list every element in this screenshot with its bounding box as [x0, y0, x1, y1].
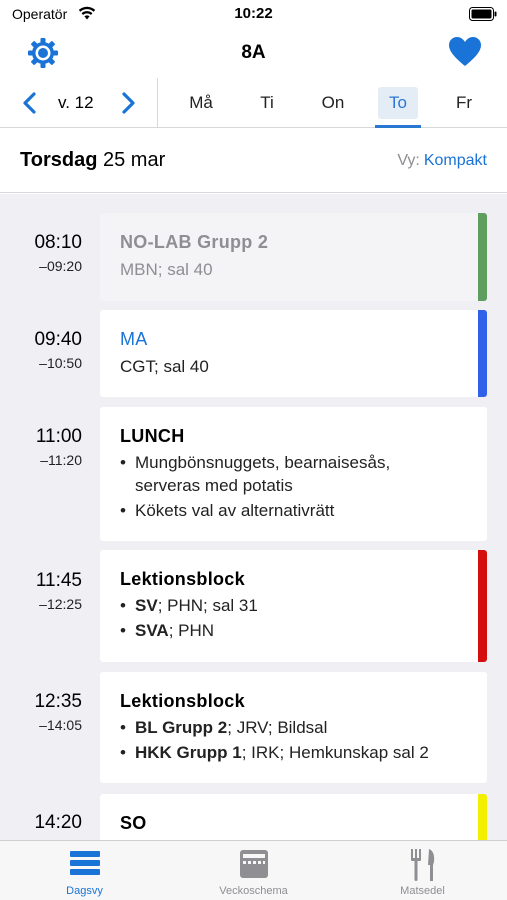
date-header: Torsdag 25 mar Vy: Kompakt	[0, 129, 507, 193]
lesson-title: Lektionsblock	[120, 691, 245, 711]
tab-label: Matsedel	[400, 885, 445, 897]
end-time: –11:20	[40, 452, 82, 468]
menu-item-text-continued: serveras med potatis	[135, 476, 293, 495]
heart-icon[interactable]	[449, 37, 481, 72]
lesson-details: ; PHN; sal 31	[157, 596, 258, 615]
fork-knife-icon	[338, 849, 507, 881]
battery-icon	[469, 7, 497, 26]
date-label: 25 mar	[102, 149, 166, 171]
view-mode: Vy: Kompakt	[397, 152, 487, 170]
lesson-card[interactable]: SO	[100, 794, 487, 840]
lesson-title: NO-LAB Grupp 2	[120, 232, 269, 252]
subject-code: BL Grupp 2	[135, 718, 228, 737]
lesson-card[interactable]: NO-LAB Grupp 2 MBN; sal 40	[100, 213, 487, 301]
day-tab-fri[interactable]: Fr	[444, 87, 484, 119]
view-mode-toggle[interactable]: Kompakt	[424, 152, 487, 169]
calendar-icon	[169, 849, 338, 879]
start-time: 12:35	[34, 691, 82, 712]
day-tab-mon[interactable]: Må	[181, 87, 221, 119]
tab-label: Veckoschema	[219, 885, 288, 897]
day-view-icon	[0, 849, 169, 877]
subject-color-stripe	[478, 310, 487, 397]
selected-day-indicator	[375, 125, 421, 128]
next-week-chevron-icon[interactable]	[120, 92, 136, 119]
subject-code: HKK Grupp 1	[135, 743, 242, 762]
lesson-details: ; JRV; Bildsal	[227, 718, 328, 737]
previous-week-chevron-icon[interactable]	[22, 92, 38, 119]
lesson-subtitle: CGT; sal 40	[120, 357, 209, 376]
subject-color-stripe	[478, 213, 487, 301]
lesson-item: SVA; PHN	[120, 619, 258, 642]
day-tab-thu[interactable]: To	[378, 87, 418, 119]
subject-color-stripe	[478, 550, 487, 662]
status-bar: Operatör 10:22	[0, 0, 507, 30]
lunch-card[interactable]: LUNCH Mungbönsnuggets, bearnaisesås, serv…	[100, 407, 487, 541]
tab-matsedel[interactable]: Matsedel	[338, 841, 507, 900]
day-tab-wed[interactable]: On	[313, 87, 353, 119]
lesson-title: SO	[120, 813, 147, 833]
lesson-item: HKK Grupp 1; IRK; Hemkunskap sal 2	[120, 741, 429, 764]
divider	[157, 78, 158, 127]
end-time: –12:25	[39, 596, 82, 612]
subject-color-stripe	[478, 794, 487, 840]
lesson-card[interactable]: Lektionsblock BL Grupp 2; JRV; Bildsal H…	[100, 672, 487, 783]
view-mode-label: Vy:	[397, 152, 420, 169]
tab-label: Dagsvy	[66, 885, 103, 897]
lesson-title: LUNCH	[120, 426, 185, 446]
menu-item-text: Mungbönsnuggets, bearnaisesås,	[135, 453, 391, 472]
weekday-label: Torsdag	[20, 149, 98, 171]
lesson-list: SV; PHN; sal 31 SVA; PHN	[120, 594, 258, 642]
menu-list: Mungbönsnuggets, bearnaisesås, serveras m…	[120, 451, 390, 522]
nav-bar: 8A	[0, 30, 507, 76]
lesson-item: BL Grupp 2; JRV; Bildsal	[120, 716, 429, 739]
lesson-details: ; PHN	[168, 621, 215, 640]
week-selector: v. 12 Må Ti On To Fr	[0, 78, 507, 128]
schedule-list[interactable]: 08:10 –09:20 NO-LAB Grupp 2 MBN; sal 40 …	[0, 194, 507, 840]
start-time: 14:20	[34, 812, 82, 833]
start-time: 11:45	[35, 570, 82, 591]
tab-veckoschema[interactable]: Veckoschema	[169, 841, 338, 900]
end-time: –10:50	[39, 355, 82, 371]
week-label: v. 12	[58, 93, 94, 112]
menu-item-text: Kökets val av alternativrätt	[135, 501, 335, 520]
start-time: 08:10	[34, 232, 82, 253]
start-time: 09:40	[34, 329, 82, 350]
lesson-title: MA	[120, 329, 148, 349]
start-time: 11:00	[35, 426, 82, 447]
end-time: –09:20	[39, 258, 82, 274]
date-title: Torsdag 25 mar	[20, 149, 165, 172]
tab-bar: Dagsvy Veckoschema Matsedel	[0, 840, 507, 900]
lesson-details: ; IRK; Hemkunskap sal 2	[241, 743, 429, 762]
end-time: –14:05	[39, 717, 82, 733]
lesson-item: SV; PHN; sal 31	[120, 594, 258, 617]
status-time: 10:22	[234, 5, 273, 22]
menu-item: Mungbönsnuggets, bearnaisesås, serveras m…	[120, 451, 390, 497]
lesson-subtitle: MBN; sal 40	[120, 260, 213, 279]
subject-code: SV	[135, 596, 158, 615]
lesson-card[interactable]: MA CGT; sal 40	[100, 310, 487, 397]
day-tab-tue[interactable]: Ti	[247, 87, 287, 119]
subject-code: SVA	[135, 621, 169, 640]
lesson-list: BL Grupp 2; JRV; Bildsal HKK Grupp 1; IR…	[120, 716, 429, 764]
tab-dagsvy[interactable]: Dagsvy	[0, 841, 169, 900]
lesson-card[interactable]: Lektionsblock SV; PHN; sal 31 SVA; PHN	[100, 550, 487, 662]
menu-item: Kökets val av alternativrätt	[120, 499, 390, 522]
lesson-title: Lektionsblock	[120, 569, 245, 589]
page-title: 8A	[241, 42, 266, 63]
